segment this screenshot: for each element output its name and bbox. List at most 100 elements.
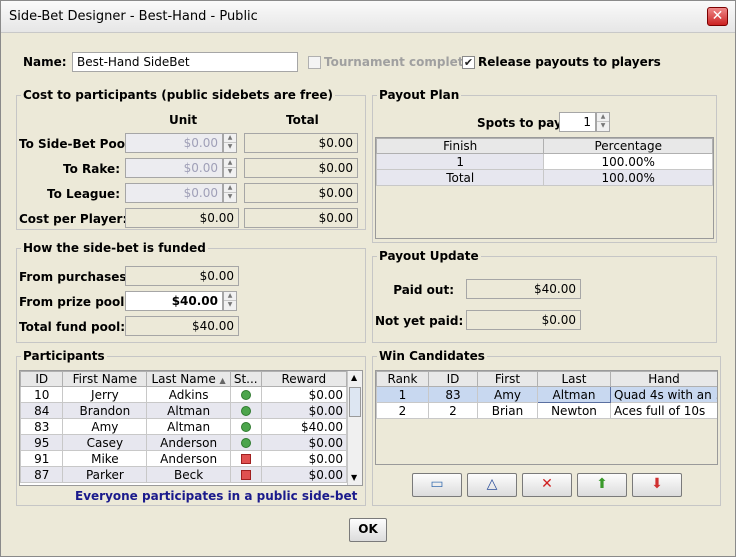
cell-first: Casey xyxy=(62,434,148,451)
cell-last: Newton xyxy=(537,402,611,419)
col-reward-header[interactable]: Reward xyxy=(260,371,348,387)
col-status-header[interactable]: St... xyxy=(229,371,262,387)
cost-group-title: Cost to participants (public sidebets ar… xyxy=(21,88,335,102)
participants-header-row: ID First Name Last Name ▲ St... Reward xyxy=(20,371,348,387)
pool-label: To Side-Bet Pool: xyxy=(19,137,134,151)
cell-last: Anderson xyxy=(146,434,231,451)
spinner-down-icon[interactable]: ▼ xyxy=(224,143,236,152)
spinner-up-icon[interactable]: ▲ xyxy=(224,184,236,193)
name-input[interactable]: Best-Hand SideBet xyxy=(72,52,298,72)
cell-reward: $0.00 xyxy=(260,386,348,403)
spinner-down-icon[interactable]: ▼ xyxy=(224,193,236,202)
table-row[interactable]: 2 2 Brian Newton Aces full of 10s xyxy=(376,402,717,419)
delete-candidate-button[interactable]: ✕ xyxy=(522,473,572,497)
table-row[interactable]: 1 83 Amy Altman Quad 4s with an ... xyxy=(376,386,717,403)
spots-to-pay-label: Spots to pay: xyxy=(477,116,567,130)
checkmark-icon: ✔ xyxy=(463,56,474,69)
delete-icon: ✕ xyxy=(541,476,553,492)
total-fund-pool-label: Total fund pool: xyxy=(19,320,126,334)
table-row[interactable]: 87 Parker Beck $0.00 xyxy=(20,466,348,483)
spinner-up-icon[interactable]: ▲ xyxy=(224,159,236,168)
table-row[interactable]: 95 Casey Anderson $0.00 xyxy=(20,434,348,451)
table-row[interactable]: 10 Jerry Adkins $0.00 xyxy=(20,386,348,403)
cell-status xyxy=(229,450,262,467)
rake-unit-spinner[interactable]: ▲ ▼ xyxy=(223,158,237,178)
cell-id: 83 xyxy=(428,386,478,403)
scroll-up-icon[interactable]: ▲ xyxy=(351,373,357,382)
participants-table-container: ID First Name Last Name ▲ St... Reward 1… xyxy=(19,370,363,486)
col-first-header[interactable]: First xyxy=(477,371,538,387)
cell-reward: $0.00 xyxy=(260,434,348,451)
edit-candidate-button[interactable]: △ xyxy=(467,473,517,497)
col-last-header[interactable]: Last Name ▲ xyxy=(146,371,231,387)
col-id-header[interactable]: ID xyxy=(428,371,478,387)
title-bar: Side-Bet Designer - Best-Hand - Public ✕ xyxy=(1,1,735,33)
from-purchases-label: From purchases: xyxy=(19,270,132,284)
col-id-header[interactable]: ID xyxy=(20,371,64,387)
cell-percentage[interactable]: 100.00% xyxy=(543,153,713,170)
status-inactive-icon xyxy=(240,454,251,464)
tournament-complete-checkbox[interactable] xyxy=(308,56,321,69)
cell-hand: Quad 4s with an ... xyxy=(610,386,717,403)
cell-last: Altman xyxy=(146,418,231,435)
status-inactive-icon xyxy=(240,470,251,480)
col-rank-header[interactable]: Rank xyxy=(376,371,429,387)
cell-id: 2 xyxy=(428,402,478,419)
league-unit-input[interactable]: $0.00 xyxy=(125,183,223,203)
from-prize-pool-input[interactable]: $40.00 xyxy=(125,291,223,311)
cell-rank: 1 xyxy=(376,386,429,403)
table-row[interactable]: 1 100.00% xyxy=(375,153,713,170)
spots-spinner[interactable]: ▲ ▼ xyxy=(596,112,610,132)
side-bet-designer-window: Side-Bet Designer - Best-Hand - Public ✕… xyxy=(0,0,736,557)
pool-unit-input[interactable]: $0.00 xyxy=(125,133,223,153)
spinner-down-icon[interactable]: ▼ xyxy=(224,168,236,177)
scrollbar-thumb[interactable] xyxy=(349,387,361,417)
cell-last: Altman xyxy=(146,402,231,419)
cell-id: 95 xyxy=(20,434,64,451)
col-finish-header[interactable]: Finish xyxy=(375,138,545,154)
spinner-down-icon[interactable]: ▼ xyxy=(597,122,609,131)
close-button[interactable]: ✕ xyxy=(707,7,728,26)
status-active-icon xyxy=(240,438,251,448)
table-row[interactable]: 91 Mike Anderson $0.00 xyxy=(20,450,348,467)
move-up-button[interactable]: ⬆ xyxy=(577,473,627,497)
cell-status xyxy=(229,386,262,403)
from-prize-pool-label: From prize pool: xyxy=(19,295,130,309)
total-fund-pool-field: $40.00 xyxy=(125,316,239,336)
spots-to-pay-input[interactable]: 1 xyxy=(559,112,596,132)
spinner-down-icon[interactable]: ▼ xyxy=(224,301,236,310)
payout-table-container: Finish Percentage 1 100.00% Total 100.00% xyxy=(375,137,714,239)
league-total-field: $0.00 xyxy=(244,183,358,203)
col-hand-header[interactable]: Hand xyxy=(610,371,717,387)
ok-button[interactable]: OK xyxy=(349,518,387,542)
release-payouts-checkbox[interactable]: ✔ xyxy=(462,56,475,69)
col-percentage-header[interactable]: Percentage xyxy=(543,138,713,154)
rake-unit-input[interactable]: $0.00 xyxy=(125,158,223,178)
league-unit-spinner[interactable]: ▲ ▼ xyxy=(223,183,237,203)
add-candidate-button[interactable]: ▭ xyxy=(412,473,462,497)
cell-first: Jerry xyxy=(62,386,148,403)
table-row[interactable]: 83 Amy Altman $40.00 xyxy=(20,418,348,435)
spinner-up-icon[interactable]: ▲ xyxy=(224,134,236,143)
prize-pool-spinner[interactable]: ▲ ▼ xyxy=(223,291,237,311)
col-last-header[interactable]: Last xyxy=(537,371,611,387)
participants-footer-note: Everyone participates in a public side-b… xyxy=(75,489,358,503)
rake-label: To Rake: xyxy=(63,162,120,176)
cell-id: 91 xyxy=(20,450,64,467)
unit-header: Unit xyxy=(169,113,198,127)
spinner-up-icon[interactable]: ▲ xyxy=(597,113,609,122)
move-down-button[interactable]: ⬇ xyxy=(632,473,682,497)
scroll-down-icon[interactable]: ▼ xyxy=(351,473,357,482)
spinner-up-icon[interactable]: ▲ xyxy=(224,292,236,301)
col-first-header[interactable]: First Name xyxy=(62,371,148,387)
cell-id: 87 xyxy=(20,466,64,483)
cell-last: Adkins xyxy=(146,386,231,403)
table-row[interactable]: 84 Brandon Altman $0.00 xyxy=(20,402,348,419)
participants-scrollbar[interactable]: ▲ ▼ xyxy=(347,371,362,485)
cell-reward: $0.00 xyxy=(260,450,348,467)
payout-update-title: Payout Update xyxy=(377,249,481,263)
status-active-icon xyxy=(240,422,251,432)
pool-unit-spinner[interactable]: ▲ ▼ xyxy=(223,133,237,153)
cell-last: Altman xyxy=(537,386,611,403)
cell-first: Mike xyxy=(62,450,148,467)
